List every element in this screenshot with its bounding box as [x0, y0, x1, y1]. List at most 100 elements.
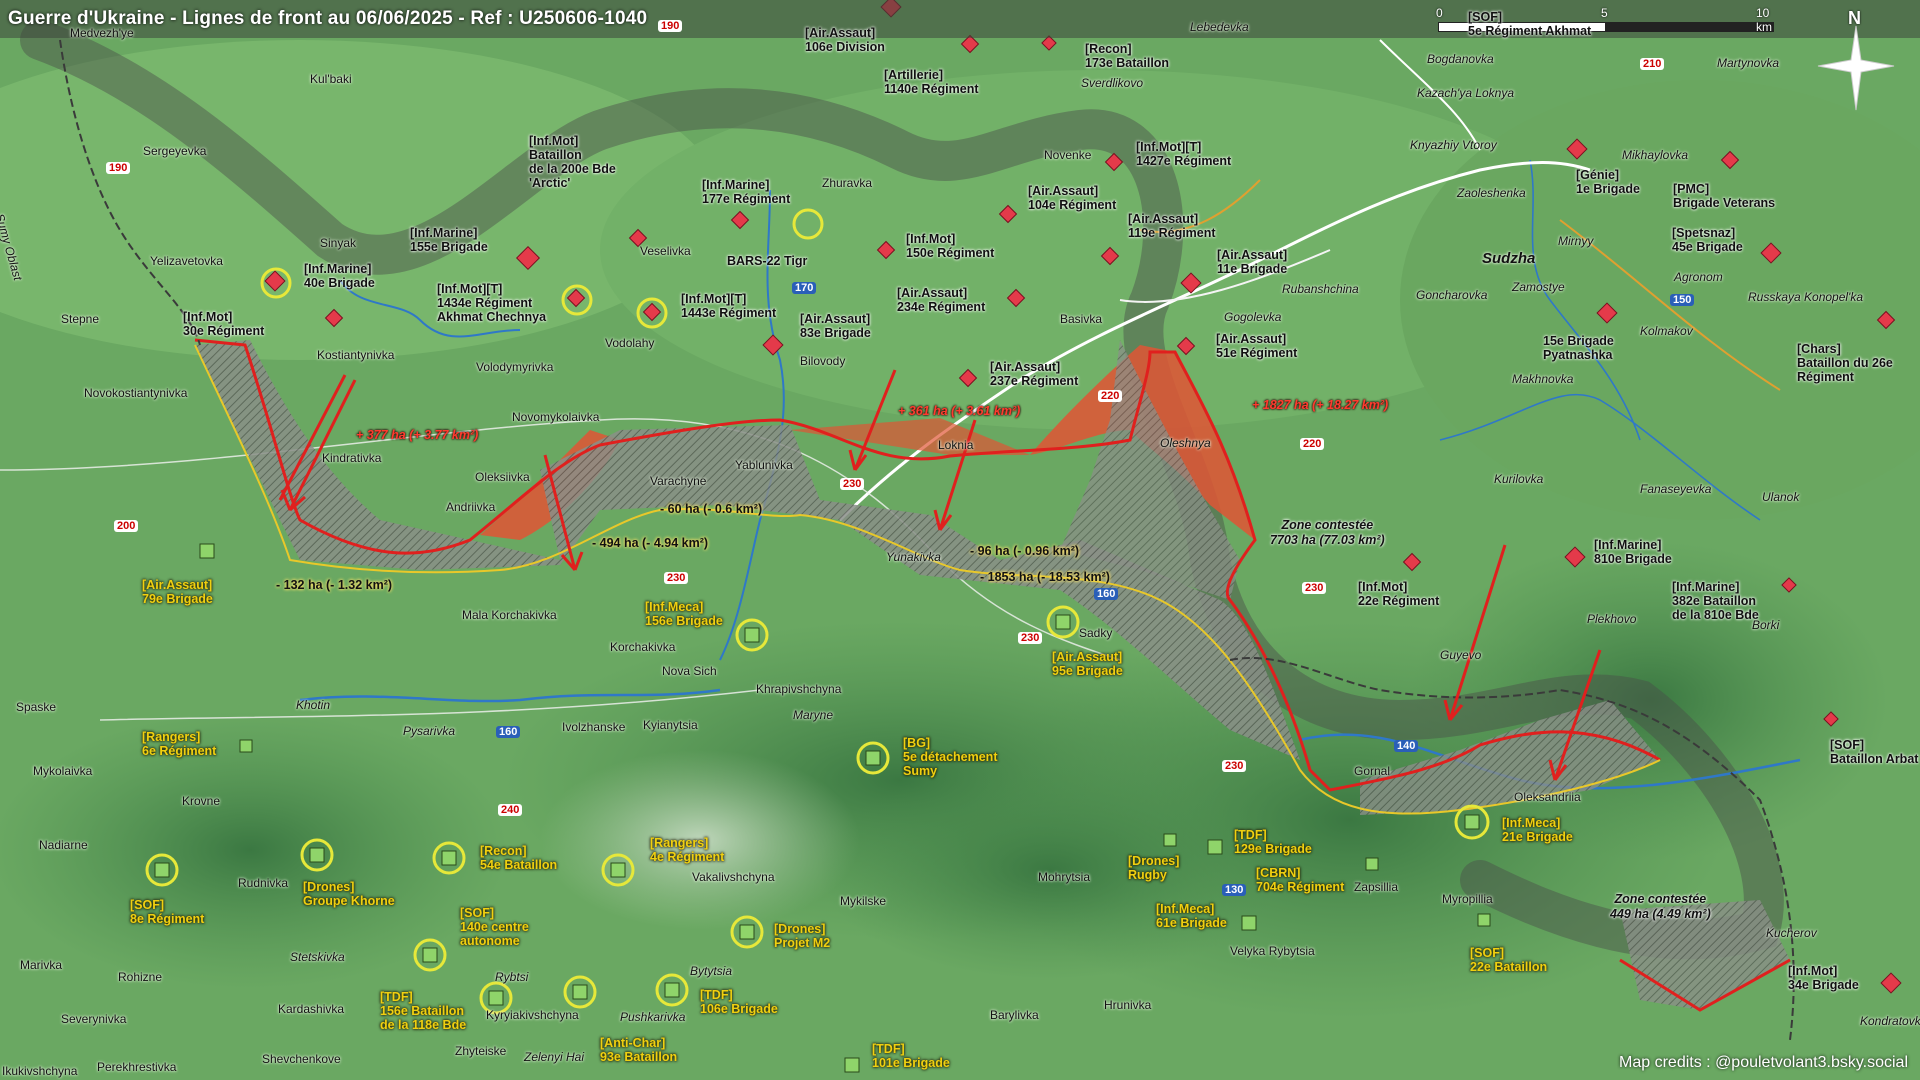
ru-unit-234-regiment[interactable]: [Air.Assaut] 234e Régiment — [897, 286, 985, 314]
place-vakalivshchyna: Vakalivshchyna — [692, 870, 775, 884]
road-200: 200 — [114, 520, 139, 532]
ru-unit-155-brigade[interactable]: [Inf.Marine] 155e Brigade — [410, 226, 488, 254]
place-velyka-rybytsia: Velyka Rybytsia — [1230, 944, 1315, 958]
ru-unit-34-brigade[interactable]: [Inf.Mot] 34e Brigade — [1788, 964, 1859, 992]
ua-unit-21-brigade[interactable]: [Inf.Meca] 21e Brigade — [1502, 816, 1573, 844]
area-gain-1827: + 1827 ha (+ 18.27 km²) — [1252, 398, 1389, 412]
place-yablunivka: Yablunivka — [735, 458, 793, 472]
ru-unit-83-brigade[interactable]: [Air.Assaut] 83e Brigade — [800, 312, 871, 340]
place-sinyak: Sinyak — [320, 236, 357, 250]
place-borki: Borki — [1752, 618, 1780, 632]
ua-unit-tdf-129[interactable]: [TDF] 129e Brigade — [1234, 828, 1312, 856]
place-sverdlikovo: Sverdlikovo — [1081, 76, 1144, 90]
area-gain-377: + 377 ha (+ 3.77 km²) — [356, 428, 479, 442]
place-varachyne: Varachyne — [650, 474, 707, 488]
ru-unit-15-brigade-pyatnashka[interactable]: 15e Brigade Pyatnashka — [1543, 334, 1614, 362]
scale-tick-10: 10 km — [1756, 6, 1772, 34]
place-lebedevka: Lebedevka — [1190, 20, 1249, 34]
ru-unit-382-bataillon[interactable]: [Inf.Marine] 382e Bataillon de la 810e B… — [1672, 580, 1759, 622]
ua-unit-61-brigade[interactable]: [Inf.Meca] 61e Brigade — [1156, 902, 1227, 930]
ru-unit-200-bde-arctic[interactable]: [Inf.Mot] Bataillon de la 200e Bde 'Arct… — [529, 134, 616, 190]
scale-tick-5: 5 — [1601, 6, 1608, 20]
ru-unit-genie-1-brigade[interactable]: [Génie] 1e Brigade — [1576, 168, 1640, 196]
place-stepne: Stepne — [61, 312, 100, 326]
place-novenke: Novenke — [1044, 148, 1092, 162]
place-kardashivka: Kardashivka — [278, 1002, 345, 1016]
ua-unit-drones-rugby[interactable]: [Drones] Rugby — [1128, 854, 1179, 882]
ua-unit-79-brigade[interactable]: [Air.Assaut] 79e Brigade — [142, 578, 213, 606]
road-190-b: 190 — [106, 162, 131, 174]
ua-unit-sof-8[interactable]: [SOF] 8e Régiment — [130, 898, 204, 926]
ua-unit-tdf-106[interactable]: [TDF] 106e Brigade — [700, 988, 778, 1016]
ru-unit-spetsnaz-45[interactable]: [Spetsnaz] 45e Brigade — [1672, 226, 1743, 254]
ua-unit-drones-khorne[interactable]: [Drones] Groupe Khorne — [303, 880, 395, 908]
ua-unit-recon-54[interactable]: [Recon] 54e Bataillon — [480, 844, 557, 872]
ru-unit-51-regiment[interactable]: [Air.Assaut] 51e Régiment — [1216, 332, 1297, 360]
ua-unit-6-regiment[interactable]: [Rangers] 6e Régiment — [142, 730, 216, 758]
ru-unit-177-regiment[interactable]: [Inf.Marine] 177e Régiment — [702, 178, 790, 206]
road-160-a: 160 — [1094, 588, 1119, 600]
ru-unit-chars-26-regiment[interactable]: [Chars] Bataillon du 26e Régiment — [1797, 342, 1893, 384]
ru-unit-sof-arbat[interactable]: [SOF] Bataillon Arbat — [1830, 738, 1918, 766]
ru-unit-173-bataillon[interactable]: [Recon] 173e Bataillon — [1085, 42, 1169, 70]
place-veselivka: Veselivka — [640, 244, 691, 258]
place-myropillia: Myropillia — [1442, 892, 1493, 906]
ru-unit-30-regiment[interactable]: [Inf.Mot] 30e Régiment — [183, 310, 264, 338]
place-zhyteiske: Zhyteiske — [455, 1044, 507, 1058]
ru-unit-1434-regiment-akhmat[interactable]: [Inf.Mot][T] 1434e Régiment Akhmat Chech… — [437, 282, 546, 324]
area-loss-494: - 494 ha (- 4.94 km²) — [592, 536, 709, 550]
place-nova-sich: Nova Sich — [662, 664, 717, 678]
ru-unit-pmc-veterans[interactable]: [PMC] Brigade Veterans — [1673, 182, 1775, 210]
ua-unit-tdf-101[interactable]: [TDF] 101e Brigade — [872, 1042, 950, 1070]
ru-unit-810-brigade[interactable]: [Inf.Marine] 810e Brigade — [1594, 538, 1672, 566]
place-mala-korchakivka: Mala Korchakivka — [462, 608, 557, 622]
place-guyevo: Guyevo — [1440, 648, 1482, 662]
ua-unit-sof-140[interactable]: [SOF] 140e centre autonome — [460, 906, 529, 948]
place-sadky: Sadky — [1079, 626, 1113, 640]
ru-unit-1443-regiment[interactable]: [Inf.Mot][T] 1443e Régiment — [681, 292, 776, 320]
road-170: 170 — [792, 282, 817, 294]
place-kindrativka: Kindrativka — [322, 451, 382, 465]
ru-unit-40-brigade[interactable]: [Inf.Marine] 40e Brigade — [304, 262, 375, 290]
compass-star-icon — [1817, 25, 1895, 111]
place-severynivka: Severynivka — [61, 1012, 127, 1026]
ru-unit-bars-22-tigr[interactable]: BARS-22 Tigr — [727, 254, 807, 268]
place-basivka: Basivka — [1060, 312, 1103, 326]
ru-unit-22-regiment[interactable]: [Inf.Mot] 22e Régiment — [1358, 580, 1439, 608]
ru-unit-119-regiment[interactable]: [Air.Assaut] 119e Régiment — [1128, 212, 1216, 240]
place-novomykolaivka: Novomykolaivka — [512, 410, 600, 424]
ua-unit-cbrn-704[interactable]: [CBRN] 704e Régiment — [1256, 866, 1344, 894]
place-kolmakov: Kolmakov — [1640, 324, 1693, 338]
ru-unit-1140-regiment[interactable]: [Artillerie] 1140e Régiment — [884, 68, 979, 96]
road-230-a: 230 — [840, 478, 865, 490]
ua-unit-156-brigade[interactable]: [Inf.Meca] 156e Brigade — [645, 600, 723, 628]
place-oleshnya: Oleshnya — [1160, 436, 1211, 450]
ua-unit-anti-char-93[interactable]: [Anti-Char] 93e Bataillon — [600, 1036, 677, 1064]
place-shevchenkove: Shevchenkove — [262, 1052, 341, 1066]
place-mirnyy: Mirnyy — [1558, 234, 1594, 248]
ua-unit-sof-22[interactable]: [SOF] 22e Bataillon — [1470, 946, 1547, 974]
place-zamostye: Zamostye — [1512, 280, 1565, 294]
place-medvezhye: Medvezh'ye — [70, 26, 134, 40]
place-makhnovka: Makhnovka — [1512, 372, 1574, 386]
ru-unit-106-division[interactable]: [Air.Assaut] 106e Division — [805, 26, 885, 54]
place-pushkarivka: Pushkarivka — [620, 1010, 686, 1024]
ru-unit-1427-regiment[interactable]: [Inf.Mot][T] 1427e Régiment — [1136, 140, 1231, 168]
road-140: 140 — [1394, 740, 1419, 752]
ru-unit-11-brigade[interactable]: [Air.Assaut] 11e Brigade — [1217, 248, 1287, 276]
ua-unit-rangers-4[interactable]: [Rangers] 4e Régiment — [650, 836, 724, 864]
road-230-c: 230 — [1018, 632, 1043, 644]
place-zelenyi-hai: Zelenyi Hai — [524, 1050, 585, 1064]
ru-unit-104-regiment[interactable]: [Air.Assaut] 104e Régiment — [1028, 184, 1116, 212]
ru-unit-237-regiment[interactable]: [Air.Assaut] 237e Régiment — [990, 360, 1078, 388]
place-korchakivka: Korchakivka — [610, 640, 676, 654]
ua-unit-tdf-156[interactable]: [TDF] 156e Bataillon de la 118e Bde — [380, 990, 466, 1032]
place-yelizavetovka: Yelizavetovka — [150, 254, 223, 268]
ua-unit-bg-5-sumy[interactable]: [BG] 5e détachement Sumy — [903, 736, 997, 778]
ru-unit-150-regiment[interactable]: [Inf.Mot] 150e Régiment — [906, 232, 994, 260]
place-russkaya-konopelka: Russkaya Konopel'ka — [1748, 290, 1864, 304]
ua-unit-95-brigade[interactable]: [Air.Assaut] 95e Brigade — [1052, 650, 1123, 678]
ua-unit-drones-m2[interactable]: [Drones] Projet M2 — [774, 922, 830, 950]
place-nadiarne: Nadiarne — [39, 838, 88, 852]
ru-unit-sof-5-akhmat[interactable]: [SOF] 5e Régiment Akhmat — [1468, 10, 1591, 38]
